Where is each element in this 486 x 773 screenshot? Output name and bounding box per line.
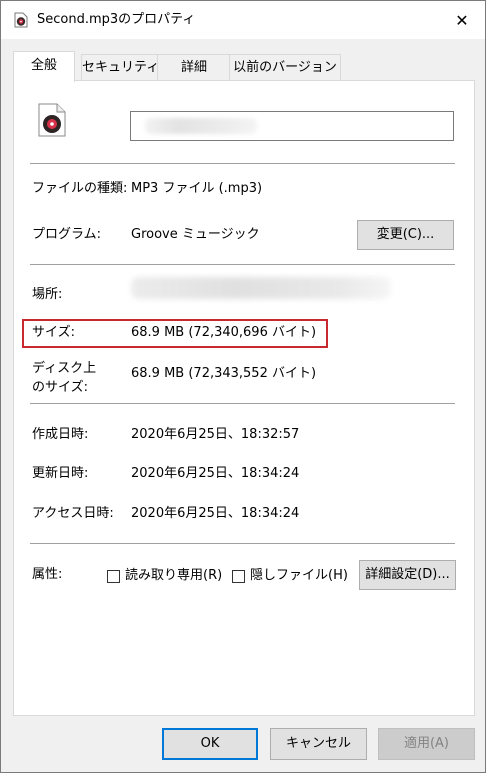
apply-button[interactable]: 適用(A): [378, 728, 475, 760]
audio-file-icon: [38, 103, 66, 137]
file-name-input[interactable]: [130, 111, 454, 141]
divider: [30, 403, 455, 404]
read-only-checkbox[interactable]: [107, 570, 120, 583]
tab-details[interactable]: 詳細: [157, 54, 231, 80]
size-on-disk-label-line2: のサイズ:: [32, 380, 88, 395]
accessed-value: 2020年6月25日、18:34:24: [131, 506, 300, 521]
redacted-file-name: [145, 118, 257, 134]
redacted-location: [131, 277, 391, 299]
attributes-label: 属性:: [32, 567, 63, 582]
file-type-label: ファイルの種類:: [32, 181, 128, 196]
tab-previous-versions[interactable]: 以前のバージョン: [229, 54, 341, 80]
size-value: 68.9 MB (72,340,696 バイト): [131, 325, 317, 340]
general-panel: ファイルの種類: MP3 ファイル (.mp3) プログラム: Groove ミ…: [13, 80, 475, 716]
change-program-button[interactable]: 変更(C)...: [357, 220, 454, 250]
divider: [30, 264, 455, 265]
created-value: 2020年6月25日、18:32:57: [131, 427, 300, 442]
accessed-label: アクセス日時:: [32, 506, 114, 521]
program-value: Groove ミュージック: [131, 227, 260, 242]
properties-dialog: Second.mp3のプロパティ ✕ 全般 セキュリティ 詳細 以前のバージョン…: [0, 0, 486, 773]
advanced-attributes-button[interactable]: 詳細設定(D)...: [359, 560, 456, 590]
hidden-label[interactable]: 隠しファイル(H): [250, 567, 348, 585]
close-icon[interactable]: ✕: [439, 1, 485, 39]
divider: [30, 163, 455, 164]
location-label: 場所:: [32, 287, 63, 302]
read-only-label[interactable]: 読み取り専用(R): [125, 567, 222, 585]
tab-security[interactable]: セキュリティ: [81, 54, 159, 80]
audio-file-icon: [13, 12, 29, 28]
tab-general[interactable]: 全般: [13, 51, 75, 82]
size-on-disk-label-line1: ディスク上: [32, 361, 97, 376]
ok-button[interactable]: OK: [162, 728, 258, 760]
hidden-checkbox[interactable]: [232, 570, 245, 583]
cancel-button[interactable]: キャンセル: [270, 728, 367, 760]
size-on-disk-value: 68.9 MB (72,343,552 バイト): [131, 366, 317, 381]
created-label: 作成日時:: [32, 427, 89, 442]
modified-label: 更新日時:: [32, 466, 89, 481]
window-title: Second.mp3のプロパティ: [37, 12, 196, 27]
divider: [30, 543, 455, 544]
file-type-value: MP3 ファイル (.mp3): [131, 181, 263, 196]
modified-value: 2020年6月25日、18:34:24: [131, 466, 300, 481]
program-label: プログラム:: [32, 227, 101, 242]
title-bar: Second.mp3のプロパティ ✕: [1, 1, 485, 39]
size-label: サイズ:: [32, 325, 75, 340]
